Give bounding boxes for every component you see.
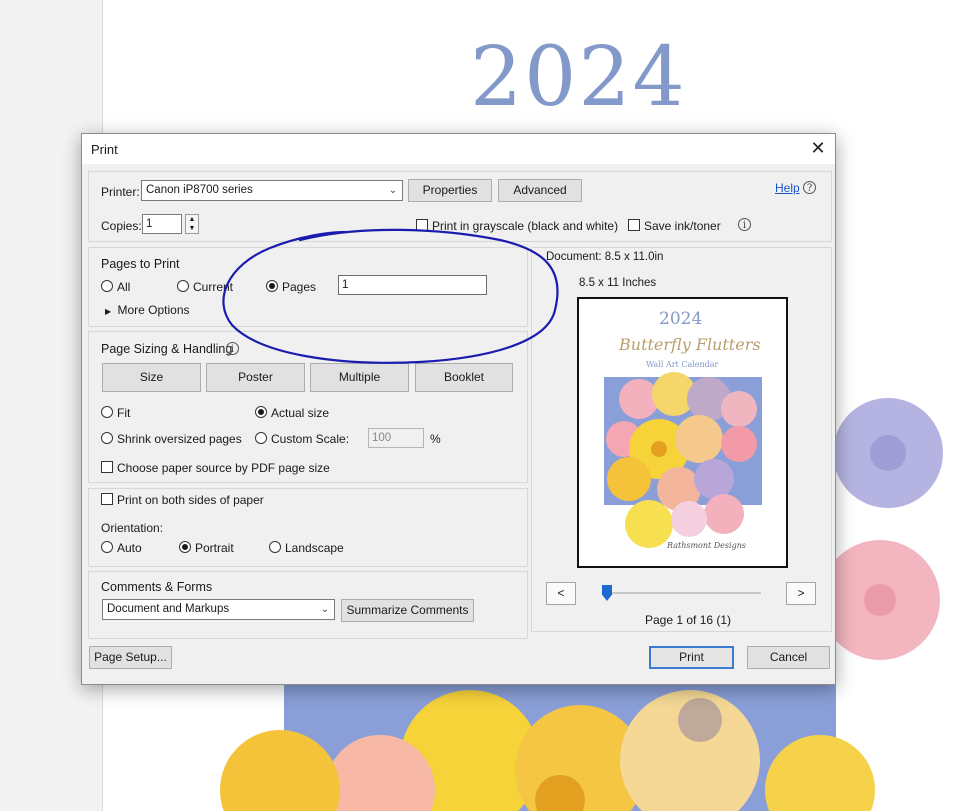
page-sizing-title: Page Sizing & Handling bbox=[101, 342, 233, 356]
pages-all-label: All bbox=[117, 280, 131, 294]
grayscale-label: Print in grayscale (black and white) bbox=[432, 219, 619, 233]
paper-source-label: Choose paper source by PDF page size bbox=[117, 461, 330, 475]
actual-size-radio[interactable] bbox=[255, 406, 267, 418]
pages-current-label: Current bbox=[193, 280, 234, 294]
save-ink-info-icon[interactable]: i bbox=[738, 218, 751, 231]
comments-forms-title: Comments & Forms bbox=[101, 580, 213, 594]
page-status: Page 1 of 16 (1) bbox=[645, 613, 732, 627]
copies-stepper[interactable]: ▲ ▼ bbox=[185, 214, 199, 234]
multiple-button[interactable]: Multiple bbox=[310, 363, 409, 392]
poster-button[interactable]: Poster bbox=[206, 363, 305, 392]
print-button[interactable]: Print bbox=[649, 646, 734, 669]
stepper-down-icon[interactable]: ▼ bbox=[186, 224, 198, 233]
cancel-button[interactable]: Cancel bbox=[747, 646, 830, 669]
copies-input[interactable]: 1 bbox=[142, 214, 182, 234]
both-sides-checkbox[interactable] bbox=[101, 493, 113, 505]
preview-subtitle: Wall Art Calendar bbox=[646, 360, 719, 369]
custom-scale-label: Custom Scale: bbox=[271, 432, 350, 446]
actual-size-label: Actual size bbox=[271, 406, 330, 420]
orientation-auto-radio[interactable] bbox=[101, 541, 113, 553]
comments-forms-select[interactable]: Document and Markups ⌄ bbox=[102, 599, 335, 620]
grayscale-checkbox[interactable] bbox=[416, 219, 428, 231]
orientation-auto-label: Auto bbox=[117, 541, 142, 555]
page-setup-button[interactable]: Page Setup... bbox=[89, 646, 172, 669]
advanced-button[interactable]: Advanced bbox=[498, 179, 582, 202]
pages-all-radio[interactable] bbox=[101, 280, 113, 292]
chevron-down-icon: ⌄ bbox=[388, 185, 398, 196]
comments-forms-value: Document and Markups bbox=[107, 603, 230, 615]
percent-label: % bbox=[430, 432, 441, 446]
printer-select-value: Canon iP8700 series bbox=[146, 184, 253, 196]
orientation-label: Orientation: bbox=[101, 521, 164, 535]
expand-triangle-icon: ▶ bbox=[105, 307, 112, 316]
dialog-titlebar: Print ✕ bbox=[82, 134, 835, 164]
more-options-label: More Options bbox=[117, 303, 190, 317]
both-sides-label: Print on both sides of paper bbox=[117, 493, 264, 507]
orientation-portrait-label: Portrait bbox=[195, 541, 234, 555]
custom-scale-input[interactable]: 100 bbox=[368, 428, 424, 448]
document-year-heading: 2024 bbox=[470, 30, 687, 125]
print-dialog: Print ✕ Printer: Canon iP8700 series ⌄ P… bbox=[81, 133, 836, 685]
help-question-icon[interactable]: ? bbox=[803, 181, 816, 194]
pages-range-input[interactable]: 1 bbox=[338, 275, 487, 295]
document-size-info: Document: 8.5 x 11.0in bbox=[546, 251, 664, 263]
orientation-landscape-label: Landscape bbox=[285, 541, 344, 555]
help-link[interactable]: Help bbox=[775, 181, 800, 195]
page-sizing-info-icon[interactable]: i bbox=[226, 342, 239, 355]
copies-label: Copies: bbox=[101, 219, 142, 233]
booklet-button[interactable]: Booklet bbox=[415, 363, 513, 392]
printer-select[interactable]: Canon iP8700 series ⌄ bbox=[141, 180, 403, 201]
more-options-toggle[interactable]: ▶ More Options bbox=[105, 303, 190, 317]
dialog-title: Print bbox=[91, 142, 118, 157]
prev-page-button[interactable]: < bbox=[546, 582, 576, 605]
save-ink-label: Save ink/toner bbox=[644, 219, 721, 233]
pages-range-label: Pages bbox=[282, 280, 317, 294]
next-page-button[interactable]: > bbox=[786, 582, 816, 605]
custom-scale-radio[interactable] bbox=[255, 432, 267, 444]
orientation-landscape-radio[interactable] bbox=[269, 541, 281, 553]
size-button[interactable]: Size bbox=[102, 363, 201, 392]
shrink-label: Shrink oversized pages bbox=[117, 432, 242, 446]
preview-year: 2024 bbox=[659, 309, 703, 329]
paper-source-checkbox[interactable] bbox=[101, 461, 113, 473]
paper-size-label: 8.5 x 11 Inches bbox=[579, 277, 657, 289]
pages-to-print-title: Pages to Print bbox=[101, 257, 180, 271]
stepper-up-icon[interactable]: ▲ bbox=[186, 215, 198, 224]
properties-button[interactable]: Properties bbox=[408, 179, 492, 202]
shrink-radio[interactable] bbox=[101, 432, 113, 444]
preview-brand: Rathsmont Designs bbox=[667, 541, 746, 550]
page-preview: 2024 Butterfly Flutters Wall Art Calenda… bbox=[577, 297, 788, 568]
preview-title: Butterfly Flutters bbox=[619, 335, 761, 354]
pages-current-radio[interactable] bbox=[177, 280, 189, 292]
pages-range-radio[interactable] bbox=[266, 280, 278, 292]
fit-radio[interactable] bbox=[101, 406, 113, 418]
chevron-down-icon: ⌄ bbox=[320, 604, 330, 615]
save-ink-checkbox[interactable] bbox=[628, 219, 640, 231]
printer-label: Printer: bbox=[101, 185, 140, 199]
orientation-portrait-radio[interactable] bbox=[179, 541, 191, 553]
fit-label: Fit bbox=[117, 406, 131, 420]
close-icon[interactable]: ✕ bbox=[809, 139, 827, 157]
page-slider-track[interactable] bbox=[606, 592, 761, 594]
summarize-comments-button[interactable]: Summarize Comments bbox=[341, 599, 474, 622]
